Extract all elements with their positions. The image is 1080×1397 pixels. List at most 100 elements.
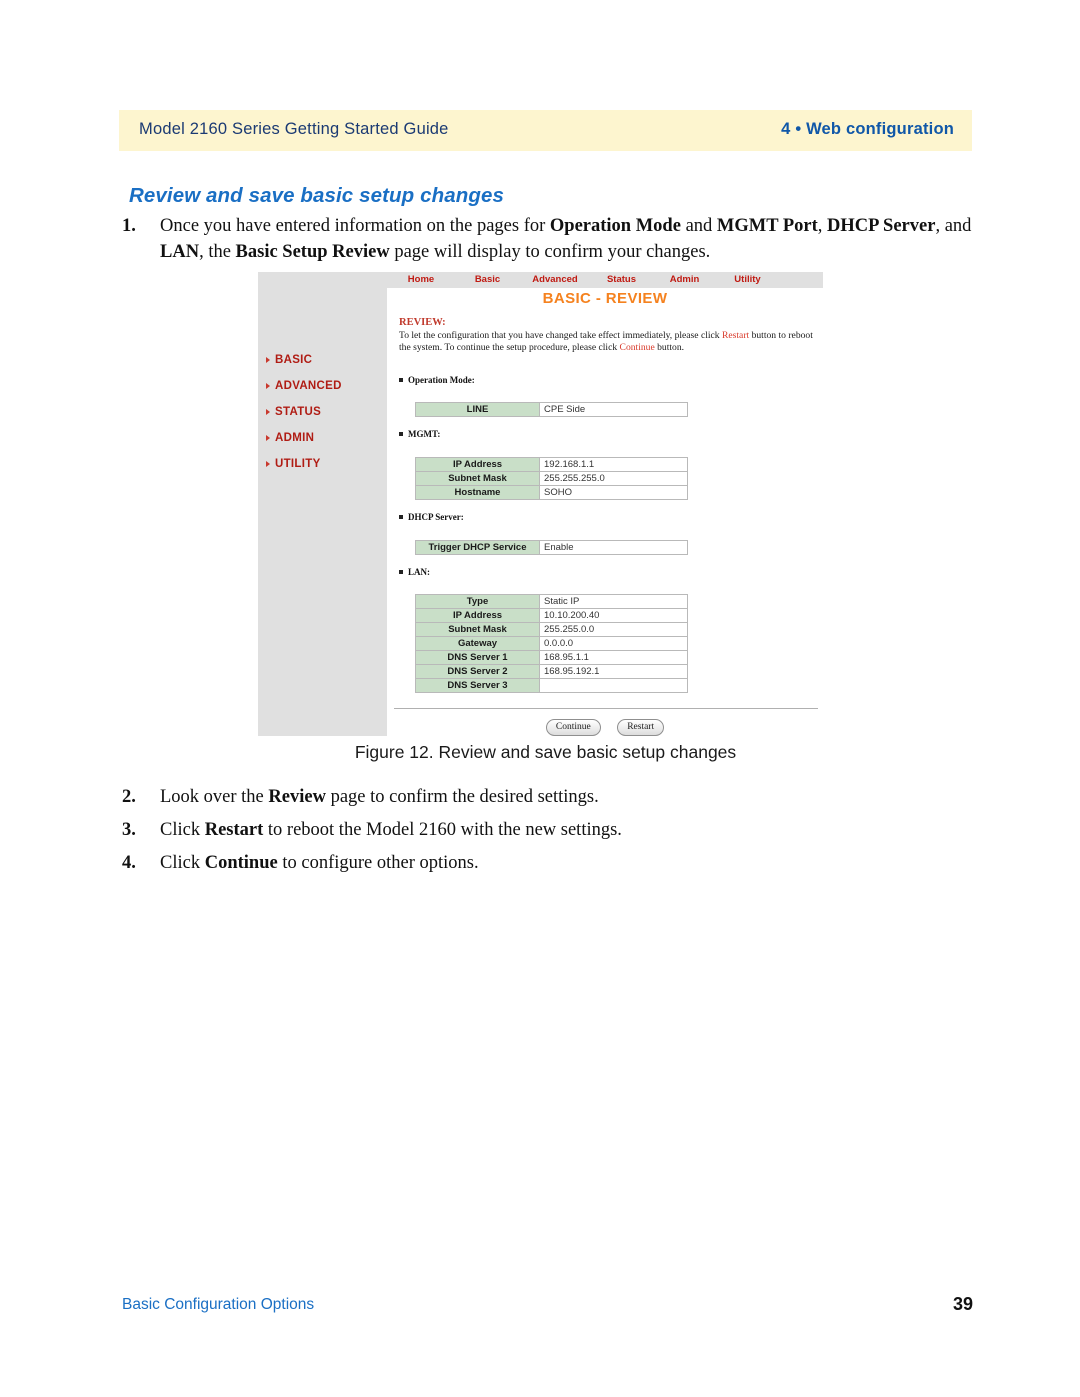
web-ui-page-title: BASIC - REVIEW [542,290,668,307]
table-row: IP Address 192.168.1.1 [415,457,688,472]
triangle-right-icon [266,383,270,389]
bullet-square-icon [399,515,403,520]
review-description: To let the configuration that you have c… [399,330,813,353]
nav-tab-home[interactable]: Home [387,272,455,288]
web-ui-button-row: Continue Restart [387,716,823,736]
triangle-right-icon [266,435,270,441]
footer-section-label: Basic Configuration Options [122,1296,315,1313]
table-row: IP Address 10.10.200.40 [415,608,688,623]
nav-tab-status[interactable]: Status [590,272,653,288]
sidebar-item-label: ADVANCED [275,380,342,392]
table-row: Gateway 0.0.0.0 [415,636,688,651]
cell-key: DNS Server 3 [415,678,540,693]
cell-value: Enable [539,540,688,555]
step-text: Click Continue to configure other option… [160,853,479,873]
table-row: DNS Server 1 168.95.1.1 [415,650,688,665]
step-text: Click Restart to reboot the Model 2160 w… [160,820,622,840]
step-item-1: 1. Once you have entered information on … [122,213,972,265]
step-number: 4. [122,853,136,873]
sidebar-item-label: STATUS [275,406,322,418]
sidebar-item-label: BASIC [275,354,313,366]
page-header-band: Model 2160 Series Getting Started Guide … [119,110,972,151]
step-text: Look over the Review page to confirm the… [160,787,599,807]
cell-key: IP Address [415,608,540,623]
web-ui-sidebar-background [258,272,387,736]
table-operation-mode: LINE CPE Side [415,402,688,417]
sidebar-item-admin[interactable]: ADMIN [266,425,386,451]
cell-value: CPE Side [539,402,688,417]
review-heading: REVIEW: [399,317,446,328]
cell-key: Subnet Mask [415,471,540,486]
step-item-3: 3. Click Restart to reboot the Model 216… [122,817,972,843]
cell-value: 255.255.0.0 [539,622,688,637]
table-row: Subnet Mask 255.255.255.0 [415,471,688,486]
table-row: Subnet Mask 255.255.0.0 [415,622,688,637]
nav-tab-utility[interactable]: Utility [716,272,779,288]
table-mgmt: IP Address 192.168.1.1 Subnet Mask 255.2… [415,457,688,500]
web-ui-navbar: Home Basic Advanced Status Admin Utility [387,272,823,288]
cell-value: 10.10.200.40 [539,608,688,623]
sidebar-item-basic[interactable]: BASIC [266,347,386,373]
continue-button[interactable]: Continue [545,719,601,736]
sidebar-item-label: UTILITY [275,458,321,470]
sidebar-item-advanced[interactable]: ADVANCED [266,373,386,399]
footer-page-number: 39 [952,1294,973,1314]
header-guide-title: Model 2160 Series Getting Started Guide [139,120,449,138]
cell-key: Trigger DHCP Service [415,540,540,555]
sidebar-item-status[interactable]: STATUS [266,399,386,425]
triangle-right-icon [266,357,270,363]
table-row: DNS Server 3 [415,678,688,693]
bullet-square-icon [399,432,403,437]
step-number: 1. [122,216,136,236]
cell-value [539,678,688,693]
bullet-square-icon [399,378,403,383]
cell-key: DNS Server 1 [415,650,540,665]
table-row: Hostname SOHO [415,485,688,500]
cell-value: 255.255.255.0 [539,471,688,486]
router-web-ui-screenshot: Home Basic Advanced Status Admin Utility… [258,272,823,736]
web-ui-sidebar-menu: BASIC ADVANCED STATUS ADMIN UTILITY [266,347,386,477]
nav-tab-admin[interactable]: Admin [653,272,716,288]
button-separator-rule [394,708,818,709]
section-label-lan: LAN: [399,567,430,577]
cell-key: Subnet Mask [415,622,540,637]
table-row: Trigger DHCP Service Enable [415,540,688,555]
sidebar-item-label: ADMIN [275,432,315,444]
figure-caption: Figure 12. Review and save basic setup c… [354,742,737,762]
step-number: 2. [122,787,136,807]
cell-value: 0.0.0.0 [539,636,688,651]
table-row: Type Static IP [415,594,688,609]
step-number: 3. [122,820,136,840]
triangle-right-icon [266,461,270,467]
cell-key: Type [415,594,540,609]
nav-filler [779,272,823,288]
cell-key: DNS Server 2 [415,664,540,679]
restart-button[interactable]: Restart [617,719,665,736]
cell-key: LINE [415,402,540,417]
cell-key: Hostname [415,485,540,500]
nav-tab-advanced[interactable]: Advanced [520,272,590,288]
table-lan: Type Static IP IP Address 10.10.200.40 S… [415,594,688,693]
cell-value: 168.95.192.1 [539,664,688,679]
section-label-operation-mode: Operation Mode: [399,375,475,385]
step-item-4: 4. Click Continue to configure other opt… [122,850,972,876]
section-label-mgmt: MGMT: [399,429,440,439]
table-row: LINE CPE Side [415,402,688,417]
section-label-dhcp-server: DHCP Server: [399,512,464,522]
table-row: DNS Server 2 168.95.192.1 [415,664,688,679]
bullet-square-icon [399,570,403,575]
step-text: Once you have entered information on the… [160,216,972,262]
cell-value: 192.168.1.1 [539,457,688,472]
step-item-2: 2. Look over the Review page to confirm … [122,784,972,810]
header-chapter-title: 4 • Web configuration [781,120,954,138]
cell-value: SOHO [539,485,688,500]
page-title: Review and save basic setup changes [129,184,504,207]
nav-tab-basic[interactable]: Basic [455,272,520,288]
cell-key: IP Address [415,457,540,472]
cell-value: Static IP [539,594,688,609]
table-dhcp-server: Trigger DHCP Service Enable [415,540,688,555]
sidebar-item-utility[interactable]: UTILITY [266,451,386,477]
triangle-right-icon [266,409,270,415]
cell-value: 168.95.1.1 [539,650,688,665]
cell-key: Gateway [415,636,540,651]
